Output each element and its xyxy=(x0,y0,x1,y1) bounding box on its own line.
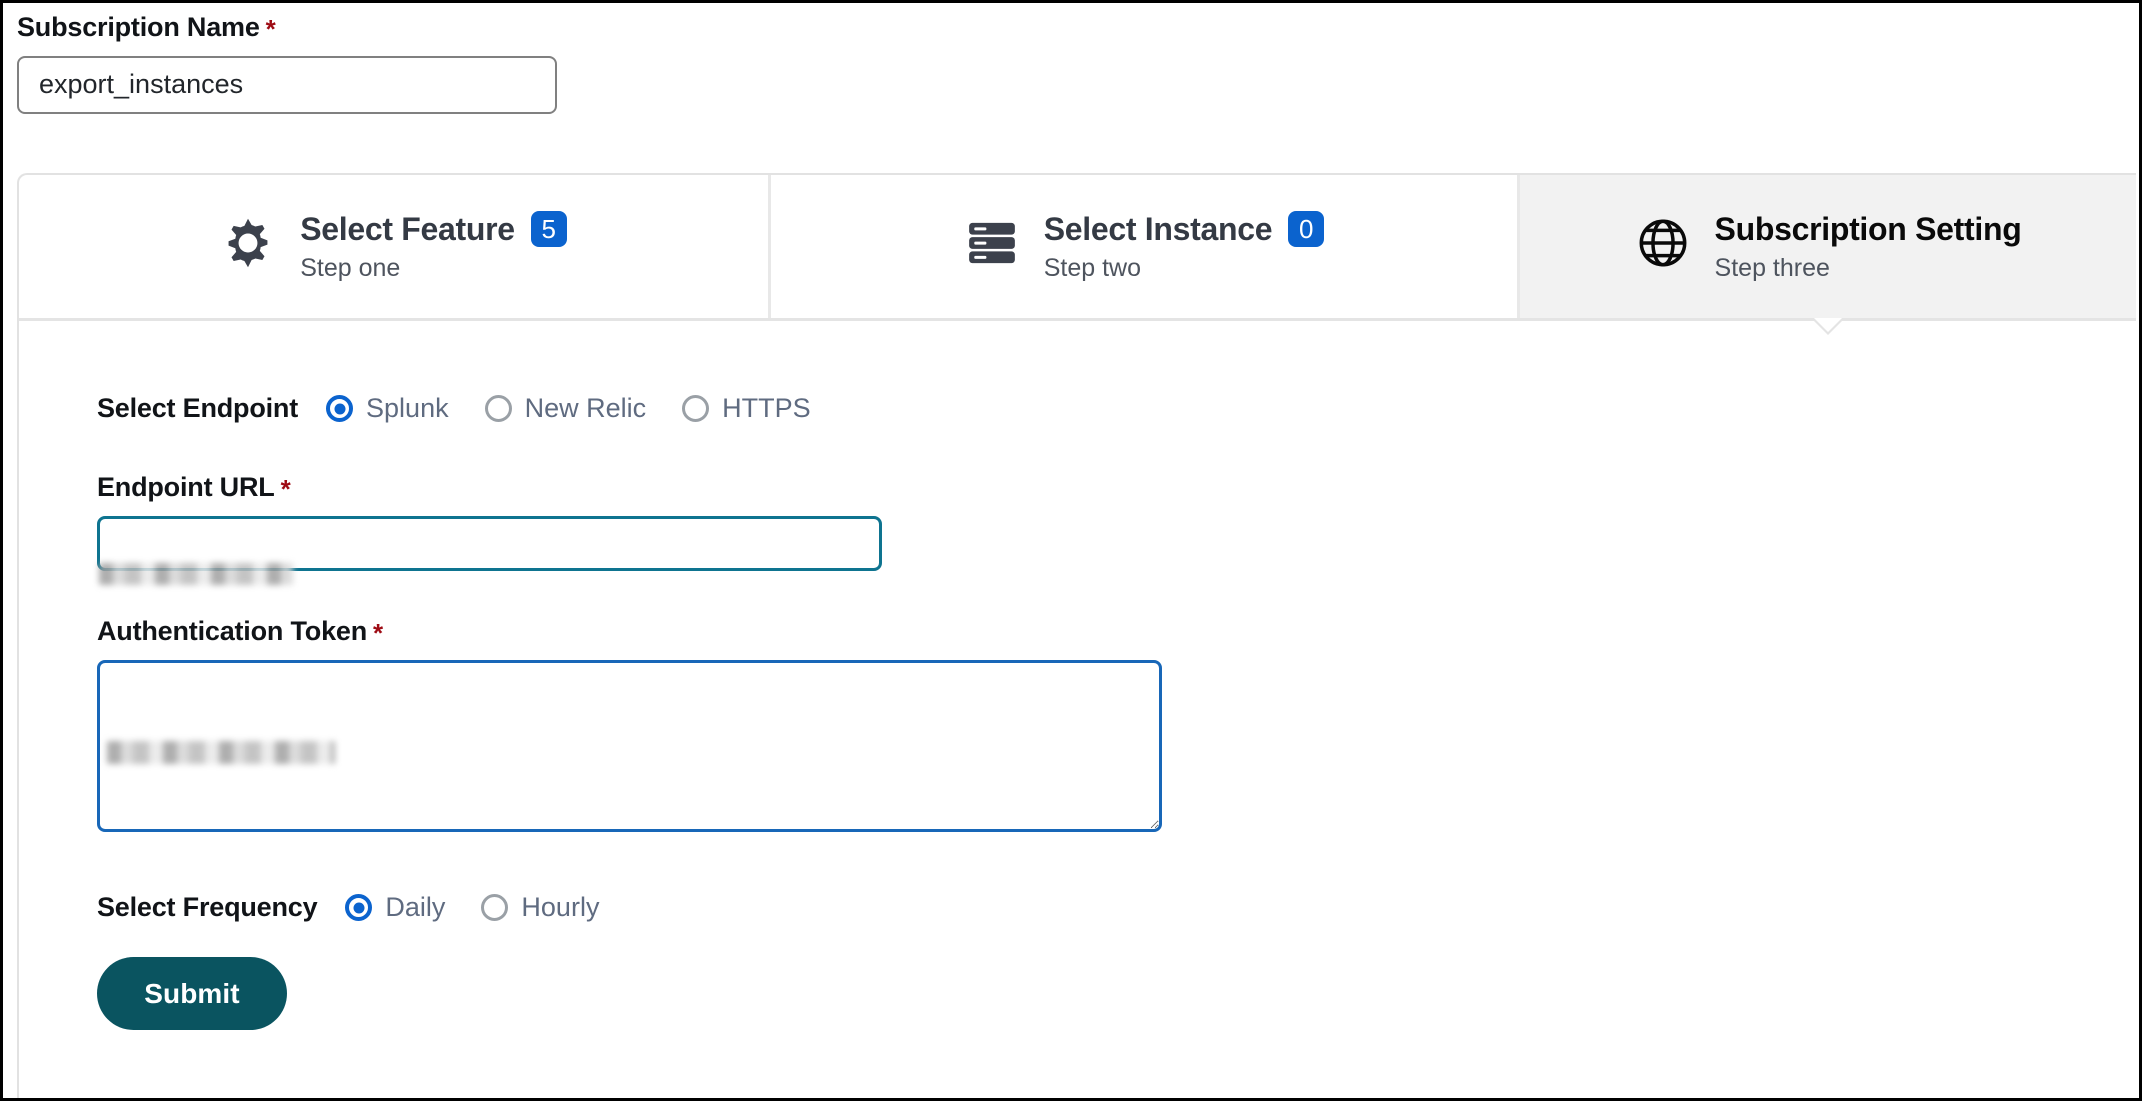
tab-badge-count: 5 xyxy=(530,211,567,248)
endpoint-url-label: Endpoint URL * xyxy=(97,472,2136,504)
subscription-name-section: Subscription Name * xyxy=(3,3,2139,114)
tab-title: Subscription Setting xyxy=(1714,210,2022,247)
tab-subtitle: Step three xyxy=(1714,253,1830,282)
radio-frequency-daily[interactable]: Daily xyxy=(345,892,445,923)
subscription-name-label: Subscription Name * xyxy=(17,12,2139,44)
frequency-radio-group: Daily Hourly xyxy=(345,892,599,923)
tab-subscription-setting[interactable]: Subscription Setting Step three xyxy=(1517,175,2136,335)
tab-title: Select Feature xyxy=(300,210,515,247)
tab-select-feature[interactable]: Select Feature 5 Step one xyxy=(19,175,768,318)
gear-icon xyxy=(228,218,268,267)
required-asterisk: * xyxy=(373,618,383,648)
select-endpoint-row: Select Endpoint Splunk New Relic HTTPS xyxy=(97,393,2136,424)
active-tab-caret-icon xyxy=(1811,318,1845,335)
authentication-token-label: Authentication Token * xyxy=(97,616,2136,648)
required-asterisk: * xyxy=(265,14,276,44)
select-frequency-label: Select Frequency xyxy=(97,892,318,922)
radio-indicator-icon xyxy=(682,395,710,422)
radio-label: Daily xyxy=(385,892,446,922)
subscription-setting-panel: Select Endpoint Splunk New Relic HTTPS E… xyxy=(19,321,2136,1030)
endpoint-url-label-text: Endpoint URL xyxy=(97,472,275,502)
endpoint-radio-group: Splunk New Relic HTTPS xyxy=(326,393,811,424)
wizard-tabs: Select Feature 5 Step one Select Instanc… xyxy=(19,175,2136,335)
radio-indicator-icon xyxy=(326,395,354,422)
endpoint-url-group: Endpoint URL * xyxy=(97,472,2136,571)
authentication-token-label-text: Authentication Token xyxy=(97,616,367,646)
tab-subtitle: Step two xyxy=(1043,253,1142,282)
radio-indicator-icon xyxy=(484,395,512,422)
radio-endpoint-https[interactable]: HTTPS xyxy=(682,393,811,424)
tab-title: Select Instance xyxy=(1043,210,1273,247)
endpoint-url-input[interactable] xyxy=(97,516,882,571)
radio-indicator-icon xyxy=(345,894,373,921)
subscription-name-input[interactable] xyxy=(17,55,557,114)
authentication-token-group: Authentication Token * xyxy=(97,616,2136,832)
globe-icon xyxy=(1639,219,1686,267)
authentication-token-textarea[interactable] xyxy=(97,660,1162,832)
radio-label: New Relic xyxy=(524,393,647,423)
radio-indicator-icon xyxy=(481,894,509,921)
radio-frequency-hourly[interactable]: Hourly xyxy=(481,892,599,923)
required-asterisk: * xyxy=(280,474,291,504)
submit-button[interactable]: Submit xyxy=(97,957,287,1030)
radio-label: Splunk xyxy=(366,393,449,423)
wizard-card: Select Feature 5 Step one Select Instanc… xyxy=(17,173,2136,1098)
radio-endpoint-new-relic[interactable]: New Relic xyxy=(484,393,647,424)
tab-subtitle: Step one xyxy=(300,253,401,282)
server-stack-icon xyxy=(968,222,1015,263)
tab-badge-count: 0 xyxy=(1288,211,1325,248)
subscription-name-label-text: Subscription Name xyxy=(17,12,260,42)
tab-select-instance[interactable]: Select Instance 0 Step two xyxy=(768,175,1517,318)
radio-label: Hourly xyxy=(521,892,600,922)
screenshot-root: Subscription Name* Select Feature 5 St xyxy=(0,0,2142,1101)
select-endpoint-label: Select Endpoint xyxy=(97,393,299,423)
radio-endpoint-splunk[interactable]: Splunk xyxy=(326,393,449,424)
select-frequency-row: Select Frequency Daily Hourly xyxy=(97,892,2136,923)
radio-label: HTTPS xyxy=(722,393,811,423)
